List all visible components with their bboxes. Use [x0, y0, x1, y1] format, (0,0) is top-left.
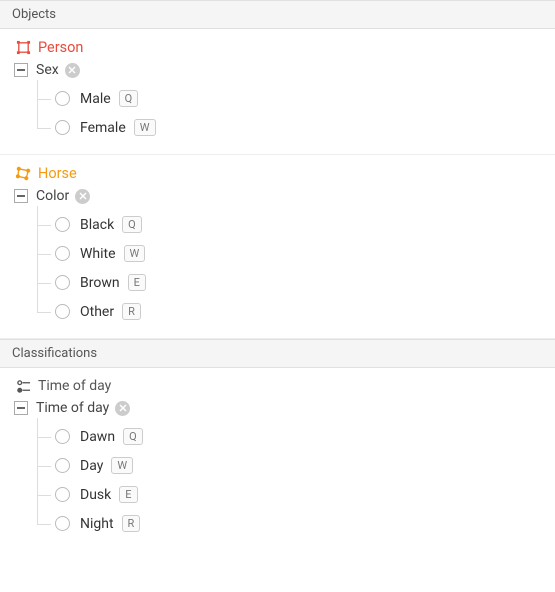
hotkey-badge: E	[128, 274, 146, 291]
radio-icon[interactable]	[55, 458, 70, 473]
hotkey-badge: Q	[122, 216, 142, 233]
object-name: Horse	[38, 165, 77, 182]
radio-icon[interactable]	[55, 429, 70, 444]
radio-icon[interactable]	[55, 91, 70, 106]
classifications-section-header: Classifications	[0, 339, 555, 368]
option-black[interactable]: Black Q	[55, 210, 541, 239]
radio-icon[interactable]	[55, 217, 70, 232]
option-label: Night	[80, 516, 114, 532]
radio-icon[interactable]	[55, 516, 70, 531]
bbox-icon	[14, 40, 32, 55]
attribute-row: Time of day	[14, 400, 541, 416]
classifications-header-label: Classifications	[12, 346, 97, 361]
attribute-name: Time of day	[36, 400, 109, 416]
option-other[interactable]: Other R	[55, 297, 541, 326]
option-female[interactable]: Female W	[55, 113, 541, 142]
option-day[interactable]: Day W	[55, 451, 541, 480]
attribute-row: Sex	[14, 62, 541, 78]
option-list: Male Q Female W	[19, 80, 541, 142]
clear-icon[interactable]	[65, 63, 80, 78]
hotkey-badge: Q	[123, 428, 143, 445]
radio-icon[interactable]	[55, 120, 70, 135]
option-label: Male	[80, 91, 111, 107]
attribute-name: Color	[36, 188, 69, 204]
clear-icon[interactable]	[75, 189, 90, 204]
option-dusk[interactable]: Dusk E	[55, 480, 541, 509]
hotkey-badge: W	[134, 119, 156, 136]
radio-icon[interactable]	[55, 487, 70, 502]
classification-title-row[interactable]: Time of day	[14, 378, 541, 394]
attribute-row: Color	[14, 188, 541, 204]
radio-icon	[14, 379, 32, 394]
hotkey-badge: E	[119, 486, 137, 503]
option-male[interactable]: Male Q	[55, 84, 541, 113]
objects-section-header: Objects	[0, 0, 555, 29]
radio-icon[interactable]	[55, 246, 70, 261]
radio-icon[interactable]	[55, 304, 70, 319]
clear-icon[interactable]	[115, 401, 130, 416]
option-label: Day	[80, 458, 103, 474]
classification-timeofday: Time of day Time of day Dawn Q Day W Dus…	[0, 368, 555, 550]
option-label: Other	[80, 304, 114, 320]
collapse-toggle[interactable]	[14, 63, 28, 77]
hotkey-badge: R	[122, 303, 141, 320]
hotkey-badge: R	[122, 515, 141, 532]
option-label: Dawn	[80, 429, 115, 445]
object-name: Person	[38, 39, 83, 56]
option-list: Black Q White W Brown E Other R	[19, 206, 541, 326]
hotkey-badge: W	[124, 245, 146, 262]
object-title-row[interactable]: Horse	[14, 165, 541, 182]
collapse-toggle[interactable]	[14, 189, 28, 203]
option-dawn[interactable]: Dawn Q	[55, 422, 541, 451]
option-label: White	[80, 246, 116, 262]
option-night[interactable]: Night R	[55, 509, 541, 538]
option-label: Dusk	[80, 487, 111, 503]
attribute-name: Sex	[36, 62, 59, 78]
option-label: Black	[80, 217, 114, 233]
polygon-icon	[14, 166, 32, 181]
option-brown[interactable]: Brown E	[55, 268, 541, 297]
classification-name: Time of day	[38, 378, 111, 394]
object-title-row[interactable]: Person	[14, 39, 541, 56]
option-label: Female	[80, 120, 126, 136]
hotkey-badge: W	[111, 457, 133, 474]
radio-icon[interactable]	[55, 275, 70, 290]
hotkey-badge: Q	[119, 90, 139, 107]
object-horse: Horse Color Black Q White W Brown E Othe…	[0, 155, 555, 339]
collapse-toggle[interactable]	[14, 401, 28, 415]
object-person: Person Sex Male Q Female W	[0, 29, 555, 155]
option-white[interactable]: White W	[55, 239, 541, 268]
option-label: Brown	[80, 275, 120, 291]
objects-header-label: Objects	[12, 7, 56, 22]
option-list: Dawn Q Day W Dusk E Night R	[19, 418, 541, 538]
